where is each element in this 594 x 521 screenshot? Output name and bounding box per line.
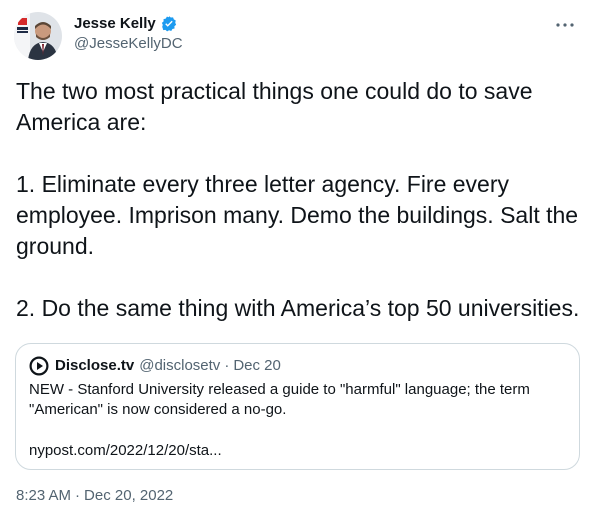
quoted-handle: @disclosetv [139,357,221,374]
author-display-name[interactable]: Jesse Kelly [74,15,156,33]
quoted-separator: · [224,357,230,374]
quoted-tweet-link[interactable]: nypost.com/2022/12/20/sta... [29,441,222,461]
tweet-time[interactable]: 8:23 AM [16,486,71,506]
author-avatar[interactable] [14,12,62,60]
play-circle-icon [29,356,49,376]
tweet-header: Jesse Kelly @JesseKellyDC [14,12,183,60]
author-avatar-image [14,12,62,60]
tweet-timestamp: 8:23 AM · Dec 20, 2022 [16,486,173,506]
tweet-text: The two most practical things one could … [16,76,586,324]
tweet-paragraph: The two most practical things one could … [16,78,533,135]
timestamp-separator: · [75,487,81,504]
tweet-paragraph: 2. Do the same thing with America’s top … [16,295,580,321]
author-names: Jesse Kelly @JesseKellyDC [74,15,183,53]
quoted-tweet-text: NEW - Stanford University released a gui… [29,381,530,418]
verified-badge-icon [160,15,178,33]
quoted-tweet[interactable]: Disclose.tv @disclosetv · Dec 20 NEW - S… [15,343,580,470]
quoted-display-name: Disclose.tv [55,357,135,374]
quoted-tweet-header: Disclose.tv @disclosetv · Dec 20 [29,356,281,376]
quoted-date: Dec 20 [233,357,281,374]
tweet-paragraph: 1. Eliminate every three letter agency. … [16,171,579,259]
author-name-row: Jesse Kelly [74,15,183,33]
tweet-card: Jesse Kelly @JesseKellyDC The two most p… [0,0,594,521]
tweet-date[interactable]: Dec 20, 2022 [84,486,173,506]
more-options-icon[interactable] [554,16,576,34]
author-handle[interactable]: @JesseKellyDC [74,35,183,53]
